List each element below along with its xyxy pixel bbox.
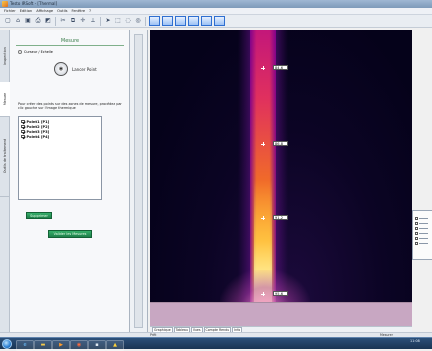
menu-bar: Fichier Edition Affichage Outils Fenêtre…	[0, 8, 432, 15]
panel-scrollbar[interactable]	[130, 30, 148, 335]
open-icon[interactable]: ⌂	[14, 17, 22, 25]
divider	[16, 45, 124, 46]
list-item[interactable]	[415, 232, 430, 235]
launch-point-icon[interactable]: ◉	[54, 62, 68, 76]
menu-edition[interactable]: Edition	[20, 9, 32, 13]
image-icon[interactable]: ◩	[44, 17, 52, 25]
menu-fenetre[interactable]: Fenêtre	[71, 9, 85, 13]
title-bar: Testo IRSoft - [Thermal]	[0, 0, 432, 8]
system-clock[interactable]: 11:08	[410, 339, 420, 344]
instructions-text: Pour créer des points sur des zones de m…	[18, 102, 122, 111]
toolbar-separator	[100, 16, 101, 26]
checkbox[interactable]	[415, 242, 418, 245]
delete-button[interactable]: Supprimer	[26, 212, 52, 219]
start-button[interactable]	[2, 339, 12, 349]
tab-label: Mesure	[3, 92, 7, 106]
toolbar-separator	[55, 16, 56, 26]
toolbar: ▢ ⌂ ▣ ⎙ ◩ ✂ ⧉ ✛ ⟂ ➤ ⬚ ◌ ◎	[0, 15, 432, 28]
taskbar: e ▬ ▶ ◉ ▪ ▲ 11:08	[0, 337, 432, 351]
point-label: Point1 [P1]	[26, 119, 50, 124]
row-text-placeholder	[418, 222, 428, 225]
menu-help[interactable]: ?	[89, 9, 91, 13]
cursor-scale-option[interactable]: Curseur / Echelle	[18, 50, 53, 54]
menu-affichage[interactable]: Affichage	[36, 9, 53, 13]
new-icon[interactable]: ▢	[4, 17, 12, 25]
panel-title: Mesure	[60, 38, 80, 44]
crosshair-icon[interactable]: ✛	[79, 17, 87, 25]
menu-outils[interactable]: Outils	[57, 9, 67, 13]
tab-outils-traitement[interactable]: Outils de traitement	[0, 116, 10, 197]
checkbox[interactable]	[415, 227, 418, 230]
row-text-placeholder	[418, 217, 428, 220]
list-item[interactable]	[415, 242, 430, 245]
row-text-placeholder	[418, 237, 428, 240]
view-button[interactable]	[214, 16, 225, 26]
window-title: Testo IRSoft - [Thermal]	[10, 1, 58, 6]
view-button[interactable]	[175, 16, 186, 26]
measure-panel: Mesure Curseur / Echelle ◉ Lancer Point …	[10, 30, 130, 335]
row-text-placeholder	[418, 242, 428, 245]
view-button[interactable]	[188, 16, 199, 26]
crosshair-icon	[261, 292, 265, 296]
floating-legend-window[interactable]	[412, 210, 432, 260]
launch-point-label: Lancer Point	[72, 67, 97, 72]
measure-marker-p1[interactable]: 84,6	[273, 65, 288, 70]
point-label: Point3 [P3]	[26, 129, 50, 134]
tab-label: Inspection	[3, 47, 8, 65]
view-button[interactable]	[162, 16, 173, 26]
base-heat-glow	[220, 270, 310, 302]
checkbox[interactable]	[415, 217, 418, 220]
point-checkbox[interactable]	[21, 129, 25, 134]
tab-inspection[interactable]: Inspection	[0, 30, 10, 83]
list-item[interactable]	[415, 222, 430, 225]
row-text-placeholder	[418, 227, 428, 230]
print-icon[interactable]: ⎙	[34, 17, 42, 25]
measure-marker-p4[interactable]: 95,6	[273, 291, 288, 296]
checkbox[interactable]	[415, 237, 418, 240]
list-item[interactable]	[415, 217, 430, 220]
measure-marker-p2[interactable]: 86,8	[273, 141, 288, 146]
view-button[interactable]	[149, 16, 160, 26]
menu-fichier[interactable]: Fichier	[4, 9, 16, 13]
image-footer-area	[150, 302, 412, 326]
save-icon[interactable]: ▣	[24, 17, 32, 25]
checkbox[interactable]	[415, 232, 418, 235]
crosshair-icon	[261, 142, 265, 146]
arrow-icon[interactable]: ➤	[104, 17, 112, 25]
tab-label: Outils de traitement	[3, 138, 7, 174]
list-item[interactable]	[415, 237, 430, 240]
tab-mesure[interactable]: Mesure	[0, 82, 10, 117]
point-checkbox[interactable]	[21, 124, 25, 129]
clock-time: 11:08	[410, 339, 420, 343]
thermal-image[interactable]: 84,6 86,8 91,2 95,6	[150, 30, 412, 302]
list-item[interactable]: Point4 [P4]	[21, 134, 99, 139]
hotspot-icon[interactable]: ◌	[124, 17, 132, 25]
copy-icon[interactable]: ⧉	[69, 17, 77, 25]
crosshair-icon	[261, 216, 265, 220]
row-text-placeholder	[418, 232, 428, 235]
crosshair-icon	[261, 66, 265, 70]
point-label: Point4 [P4]	[26, 134, 50, 139]
scrollbar-thumb[interactable]	[134, 34, 143, 328]
point-checkbox[interactable]	[21, 119, 25, 124]
measure-points-list[interactable]: Point1 [P1] Point2 [P2] Point3 [P3] Poin…	[18, 116, 102, 200]
toolbar-separator	[145, 16, 146, 26]
app-icon	[2, 1, 8, 7]
validate-measures-button[interactable]: Valider les Mesures	[48, 230, 92, 238]
point-checkbox[interactable]	[21, 134, 25, 139]
coldspot-icon[interactable]: ◎	[134, 17, 142, 25]
radio-label: Curseur / Echelle	[24, 50, 53, 54]
radio-button[interactable]	[18, 50, 22, 54]
area-icon[interactable]: ⬚	[114, 17, 122, 25]
vertical-tab-strip: Inspection Mesure Outils de traitement	[0, 30, 10, 335]
point-label: Point2 [P2]	[26, 124, 50, 129]
measure-icon[interactable]: ⟂	[89, 17, 97, 25]
list-item[interactable]	[415, 227, 430, 230]
view-button[interactable]	[201, 16, 212, 26]
cut-icon[interactable]: ✂	[59, 17, 67, 25]
checkbox[interactable]	[415, 222, 418, 225]
measure-marker-p3[interactable]: 91,2	[273, 215, 288, 220]
